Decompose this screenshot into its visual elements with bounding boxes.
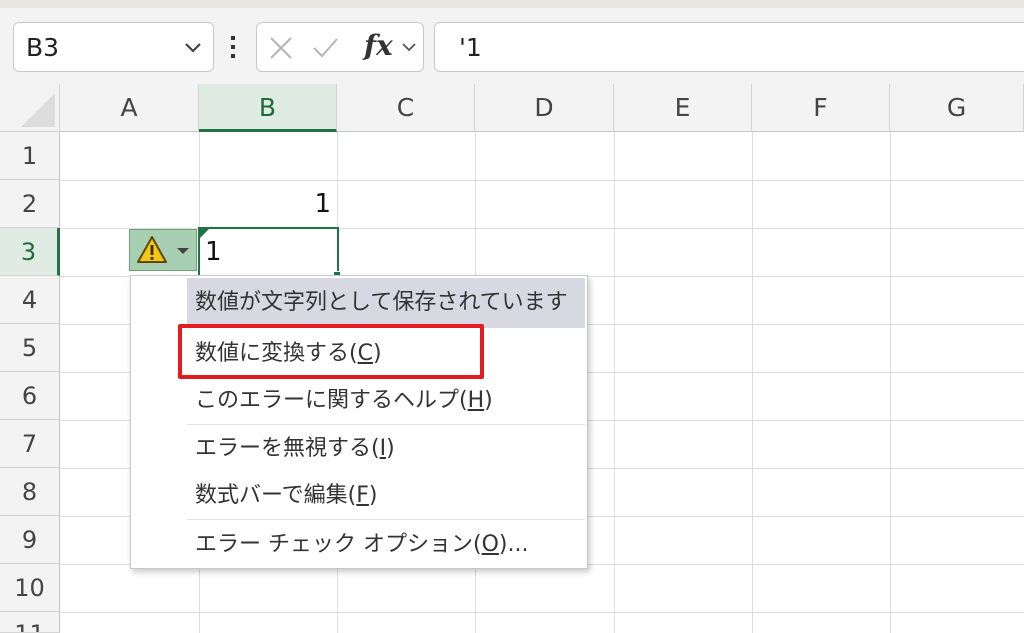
chevron-down-icon[interactable] <box>399 37 419 57</box>
cell-b3-active[interactable]: 1 <box>198 227 339 277</box>
error-options-menu: 数値が文字列として保存されています 数値に変換する(C) このエラーに関するヘル… <box>130 275 588 569</box>
check-icon[interactable] <box>311 35 339 61</box>
menu-item-label: 数式バーで編集( <box>195 483 357 508</box>
more-vertical-icon[interactable] <box>228 30 238 64</box>
formula-input[interactable]: '1 <box>434 22 1024 72</box>
column-header-a[interactable]: A <box>60 84 199 132</box>
cell-b3-value: 1 <box>205 237 222 267</box>
menu-item-label-tail: )... <box>498 532 529 557</box>
row-header-9[interactable]: 9 <box>0 516 60 564</box>
select-all-triangle-icon <box>21 93 55 127</box>
menu-item-accelerator: F <box>356 483 369 508</box>
grid-line <box>752 132 753 633</box>
warning-icon <box>137 236 167 263</box>
menu-item-help-on-error[interactable]: このエラーに関するヘルプ(H) <box>187 378 585 424</box>
row-header-8[interactable]: 8 <box>0 468 60 516</box>
row-header-10[interactable]: 10 <box>0 564 60 612</box>
grid-line <box>890 132 891 633</box>
row-header-3[interactable]: 3 <box>0 228 60 276</box>
menu-item-accelerator: H <box>467 388 485 413</box>
dropdown-caret-icon <box>177 248 189 254</box>
menu-item-label-tail: ) <box>484 388 493 413</box>
row-header-11[interactable]: 11 <box>0 612 60 633</box>
menu-item-label-tail: ) <box>386 436 395 461</box>
column-header-b[interactable]: B <box>199 84 337 132</box>
menu-item-accelerator: O <box>481 532 499 557</box>
row-header-7[interactable]: 7 <box>0 420 60 468</box>
insert-function-button[interactable]: fx <box>364 29 393 62</box>
menu-header: 数値が文字列として保存されています <box>187 278 585 328</box>
row-header-4[interactable]: 4 <box>0 276 60 324</box>
menu-item-label: エラーを無視する( <box>195 436 380 461</box>
formula-bar: B3 fx '1 <box>0 8 1024 84</box>
column-header-c[interactable]: C <box>337 84 475 132</box>
grid-line <box>60 612 1024 613</box>
name-box-value: B3 <box>26 33 60 62</box>
menu-item-label: このエラーに関するヘルプ( <box>195 388 468 413</box>
menu-item-edit-in-formula-bar[interactable]: 数式バーで編集(F) <box>187 473 585 519</box>
menu-item-ignore-error[interactable]: エラーを無視する(I) <box>187 426 585 472</box>
error-check-button[interactable] <box>129 229 197 271</box>
menu-item-label-tail: ) <box>368 483 378 508</box>
row-header-1[interactable]: 1 <box>0 132 60 180</box>
row-header-6[interactable]: 6 <box>0 372 60 420</box>
cell-b2[interactable]: 1 <box>199 180 337 228</box>
menu-separator <box>187 424 585 425</box>
column-header-g[interactable]: G <box>890 84 1024 132</box>
select-all-corner[interactable] <box>0 84 60 132</box>
formula-buttons: fx <box>256 22 424 72</box>
window-top-strip <box>0 0 1024 8</box>
name-box[interactable]: B3 <box>13 22 214 72</box>
menu-item-label: エラー チェック オプション( <box>195 532 482 557</box>
grid-line <box>614 132 615 633</box>
row-header-2[interactable]: 2 <box>0 180 60 228</box>
column-header-f[interactable]: F <box>752 84 890 132</box>
menu-separator <box>187 519 585 520</box>
row-header-5[interactable]: 5 <box>0 324 60 372</box>
column-header-e[interactable]: E <box>614 84 752 132</box>
column-header-d[interactable]: D <box>475 84 614 132</box>
highlight-annotation-box <box>178 324 484 379</box>
menu-item-error-checking-options[interactable]: エラー チェック オプション(O)... <box>187 522 585 568</box>
formula-value: '1 <box>459 33 482 62</box>
cancel-x-icon[interactable] <box>267 35 295 61</box>
chevron-down-icon[interactable] <box>181 35 205 59</box>
